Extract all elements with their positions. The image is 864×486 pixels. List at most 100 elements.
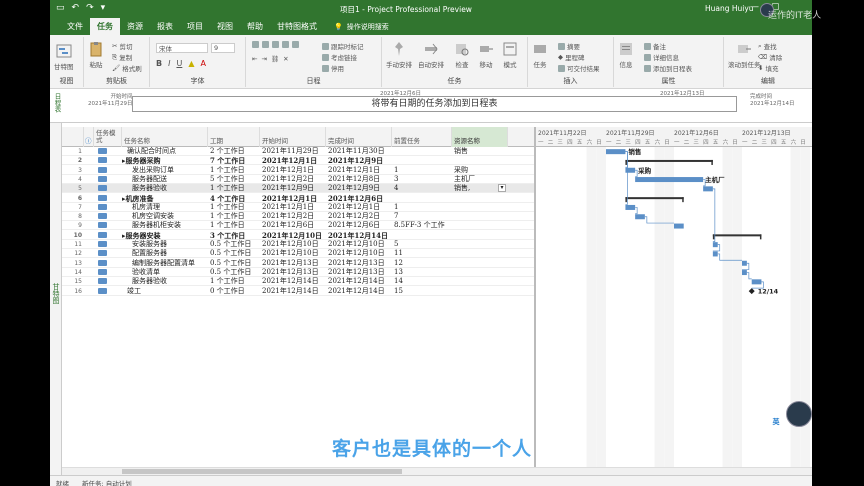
resource-cell[interactable] [454, 277, 500, 286]
resource-cell[interactable]: 主机厂 [454, 175, 500, 184]
tab-gantt-format[interactable]: 甘特图格式 [270, 18, 324, 35]
summary-bar-end-cap[interactable] [759, 234, 762, 240]
insert-task-button[interactable]: 任务 [532, 41, 548, 69]
predecessors-cell[interactable]: 11 [394, 249, 452, 258]
predecessors-cell[interactable]: 13 [394, 268, 452, 277]
predecessors-cell[interactable]: 4 [394, 184, 452, 193]
cut-button[interactable]: ✂ 剪切 [112, 41, 132, 51]
column-start[interactable]: 开始时间 [260, 127, 326, 147]
column-task-name[interactable]: 任务名称 [122, 127, 208, 147]
outdent-icon[interactable]: ⇤ [252, 55, 257, 63]
table-row[interactable]: 2 ▸服务器采购 7 个工作日 2021年12月1日 2021年12月9日 [62, 156, 534, 166]
task-name-cell[interactable]: ▸机房准备 [122, 194, 208, 203]
resource-cell[interactable] [454, 156, 500, 165]
indent-icon[interactable]: ⇥ [261, 55, 266, 63]
duration-cell[interactable]: 3 个工作日 [210, 231, 260, 240]
resource-cell[interactable]: 销售 [454, 147, 500, 156]
finish-cell[interactable]: 2021年12月9日 [328, 184, 392, 193]
finish-cell[interactable]: 2021年12月13日 [328, 259, 392, 268]
progress-50-icon[interactable] [272, 41, 279, 48]
start-cell[interactable]: 2021年12月10日 [262, 240, 326, 249]
task-name-cell[interactable]: 配置服务器 [132, 249, 208, 258]
font-name-select[interactable]: 宋体 [156, 43, 208, 53]
table-row[interactable]: 14 验收清单 0.5 个工作日 2021年12月13日 2021年12月13日 13 [62, 268, 534, 277]
duration-cell[interactable]: 7 个工作日 [210, 156, 260, 165]
gantt-chart-button[interactable]: 甘特图 [54, 43, 74, 71]
nonworking-day-column[interactable] [732, 147, 742, 467]
predecessors-cell[interactable] [394, 231, 452, 240]
summary-bar-end-cap[interactable] [682, 197, 684, 203]
progress-25-icon[interactable] [262, 41, 269, 48]
row-number[interactable]: 15 [62, 277, 82, 286]
finish-cell[interactable]: 2021年12月2日 [328, 212, 392, 221]
find-button[interactable]: ⌕ 查找 [758, 41, 777, 52]
task-bar[interactable] [712, 251, 718, 257]
predecessors-cell[interactable]: 14 [394, 277, 452, 286]
row-number[interactable]: 10 [62, 231, 82, 240]
resource-cell[interactable] [454, 231, 500, 240]
table-row[interactable]: 8 机房空调安装 1 个工作日 2021年12月2日 2021年12月2日 7 [62, 212, 534, 222]
finish-cell[interactable]: 2021年12月13日 [328, 268, 392, 277]
tab-project[interactable]: 项目 [180, 18, 210, 35]
duration-cell[interactable]: 4 个工作日 [210, 194, 260, 203]
summary-bar[interactable] [625, 197, 684, 200]
finish-cell[interactable]: 2021年12月8日 [328, 175, 392, 184]
nonworking-day-column[interactable] [664, 147, 674, 467]
save-icon[interactable]: ▭ [56, 3, 65, 13]
row-number[interactable]: 3 [62, 166, 82, 175]
dependency-link[interactable] [746, 272, 752, 280]
table-row[interactable]: 4 服务器配送 5 个工作日 2021年12月2日 2021年12月8日 3 主机厂 [62, 175, 534, 184]
duration-cell[interactable]: 1 个工作日 [210, 203, 260, 212]
task-bar[interactable] [625, 204, 636, 210]
task-bar[interactable] [606, 149, 626, 155]
nonworking-day-column[interactable] [654, 147, 665, 467]
task-bar[interactable] [674, 223, 684, 229]
finish-cell[interactable]: 2021年12月14日 [328, 277, 392, 286]
duration-cell[interactable]: 0.5 个工作日 [210, 268, 260, 277]
column-task-mode[interactable]: 任务模式 [94, 127, 122, 147]
auto-schedule-button[interactable]: 自动安排 [418, 41, 444, 69]
column-duration[interactable]: 工期 [208, 127, 260, 147]
font-size-select[interactable]: 9 [211, 43, 235, 53]
row-number[interactable]: 11 [62, 240, 82, 249]
scroll-to-task-button[interactable]: 滚动到任务 [728, 41, 761, 69]
duration-cell[interactable]: 0.5 个工作日 [210, 259, 260, 268]
resource-cell[interactable] [454, 194, 500, 203]
predecessors-cell[interactable]: 12 [394, 259, 452, 268]
summary-button[interactable]: 摘要 [558, 41, 580, 51]
duration-cell[interactable]: 1 个工作日 [210, 212, 260, 221]
dependency-link[interactable] [712, 188, 716, 242]
finish-cell[interactable]: 2021年12月6日 [328, 194, 392, 203]
duration-cell[interactable]: 1 个工作日 [210, 221, 260, 230]
row-number[interactable]: 2 [62, 156, 82, 165]
table-row[interactable]: 6 ▸机房准备 4 个工作日 2021年12月1日 2021年12月6日 [62, 194, 534, 203]
bold-button[interactable]: B [156, 59, 162, 68]
finish-cell[interactable]: 2021年12月14日 [328, 287, 392, 296]
duration-cell[interactable]: 5 个工作日 [210, 175, 260, 184]
task-name-cell[interactable]: 确认配合时间点 [127, 147, 208, 156]
table-row[interactable]: 15 服务器验收 1 个工作日 2021年12月14日 2021年12月14日 14 [62, 277, 534, 287]
dependency-link[interactable] [635, 207, 638, 215]
resource-cell[interactable] [454, 240, 500, 249]
duration-cell[interactable]: 1 个工作日 [210, 166, 260, 175]
progress-75-icon[interactable] [282, 41, 289, 48]
task-name-cell[interactable]: 机房清理 [132, 203, 208, 212]
progress-0-icon[interactable] [252, 41, 259, 48]
table-row[interactable]: 5 服务器验收 1 个工作日 2021年12月9日 2021年12月9日 4 销售, ▾ [62, 184, 534, 194]
row-number[interactable]: 12 [62, 249, 82, 258]
clear-button[interactable]: ⌫ 清除 [758, 52, 782, 62]
predecessors-cell[interactable]: 8.5FF-3 个工作 [394, 221, 452, 230]
start-cell[interactable]: 2021年12月10日 [262, 231, 326, 240]
start-cell[interactable]: 2021年12月10日 [262, 249, 326, 258]
start-cell[interactable]: 2021年12月1日 [262, 156, 326, 165]
format-painter-button[interactable]: 🖌 格式刷 [112, 63, 142, 73]
language-badge[interactable]: 英 [768, 415, 784, 429]
tab-file[interactable]: 文件 [60, 18, 90, 35]
manual-schedule-button[interactable]: 手动安排 [386, 41, 412, 69]
finish-cell[interactable]: 2021年12月9日 [328, 156, 392, 165]
start-cell[interactable]: 2021年12月13日 [262, 259, 326, 268]
task-name-cell[interactable]: 编制服务器配置清单 [132, 259, 208, 268]
unlink-icon[interactable]: ✕ [283, 55, 288, 63]
start-cell[interactable]: 2021年12月1日 [262, 203, 326, 212]
row-number[interactable]: 4 [62, 175, 82, 184]
